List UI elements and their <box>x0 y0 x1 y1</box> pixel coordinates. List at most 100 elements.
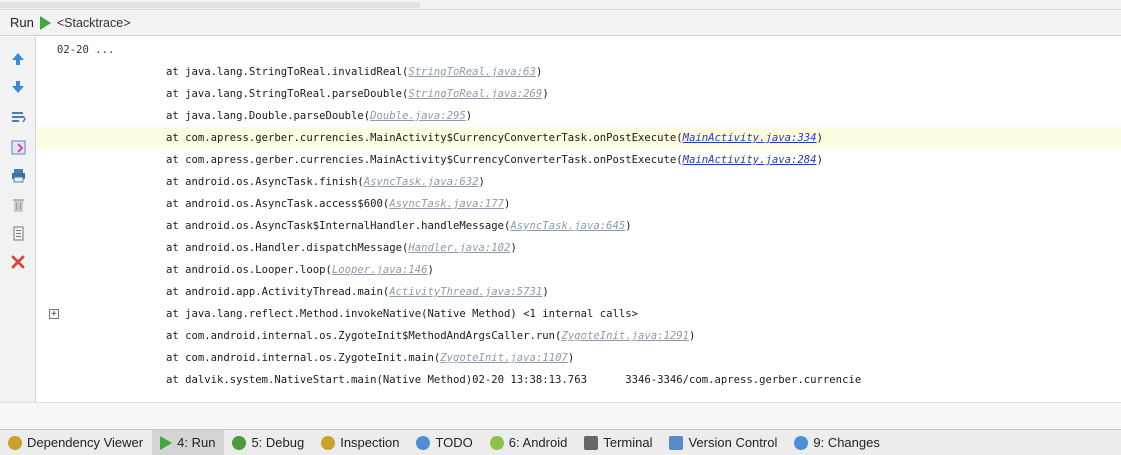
console-bottom-area <box>0 402 1121 429</box>
stacktrace-frame-text: at android.os.AsyncTask$InternalHandler.… <box>166 220 511 232</box>
bottom-tab-version-control[interactable]: Version Control <box>661 430 786 455</box>
stacktrace-line: at com.apress.gerber.currencies.MainActi… <box>37 149 1121 171</box>
run-label: Run <box>10 15 34 30</box>
bottom-tab-todo[interactable]: TODO <box>408 430 481 455</box>
bottom-tab-6-android[interactable]: 6: Android <box>482 430 577 455</box>
stacktrace-frame-close: ) <box>567 352 575 364</box>
run-toolwindow-header: Run <Stacktrace> <box>0 10 1121 36</box>
stacktrace-line: at android.os.AsyncTask$InternalHandler.… <box>37 215 1121 237</box>
bottom-tab-dependency-viewer[interactable]: Dependency Viewer <box>0 430 152 455</box>
stacktrace-frame-close: ) <box>427 264 434 276</box>
stacktrace-frame-close: ) <box>465 110 473 122</box>
bottom-tab-label: Terminal <box>603 435 653 450</box>
timestamp-prefix: 02-20 ... <box>57 44 115 56</box>
source-link[interactable]: StringToReal.java:269 <box>408 88 542 100</box>
stacktrace-line: at com.android.internal.os.ZygoteInit.ma… <box>37 347 1121 369</box>
play-icon[interactable] <box>39 15 51 30</box>
source-link[interactable]: Handler.java:102 <box>408 242 510 254</box>
source-link[interactable]: Looper.java:146 <box>332 264 428 276</box>
inspection-icon <box>321 435 336 450</box>
stacktrace-frame-close: ) <box>542 88 549 100</box>
top-strip-segment <box>0 2 420 8</box>
source-link[interactable]: ZygoteInit.java:1107 <box>440 352 568 364</box>
stacktrace-line: at java.lang.Double.parseDouble(Double.j… <box>37 105 1121 127</box>
stacktrace-line: at com.apress.gerber.currencies.MainActi… <box>37 127 1121 149</box>
android-icon <box>489 435 504 450</box>
stacktrace-frame-text: at dalvik.system.NativeStart.main(Native… <box>166 374 862 386</box>
source-link[interactable]: AsyncTask.java:177 <box>389 198 504 210</box>
todo-icon <box>416 435 431 450</box>
expand-internal-calls-icon[interactable]: + <box>49 309 59 319</box>
source-link[interactable]: Double.java:295 <box>370 110 466 122</box>
stacktrace-line: at android.os.Handler.dispatchMessage(Ha… <box>37 237 1121 259</box>
console-output[interactable]: 02-20 ... at java.lang.StringToReal.inva… <box>37 37 1121 402</box>
stacktrace-line: at android.os.AsyncTask.finish(AsyncTask… <box>37 171 1121 193</box>
clear-all-icon[interactable] <box>8 195 28 215</box>
stacktrace-line: at java.lang.reflect.Method.invokeNative… <box>37 303 1121 325</box>
stacktrace-frame-text: at android.os.AsyncTask.finish( <box>166 176 364 188</box>
stacktrace-frame-close: ) <box>504 198 511 210</box>
source-link[interactable]: StringToReal.java:63 <box>408 66 536 78</box>
up-arrow-icon[interactable] <box>8 49 28 69</box>
stacktrace-line: at android.app.ActivityThread.main(Activ… <box>37 281 1121 303</box>
bottom-tab-terminal[interactable]: Terminal <box>576 430 661 455</box>
stacktrace-frame-close: ) <box>625 220 632 232</box>
bottom-tab-9-changes[interactable]: 9: Changes <box>786 430 889 455</box>
down-arrow-icon[interactable] <box>8 77 28 97</box>
stacktrace-frame-close: ) <box>478 176 485 188</box>
bottom-toolwindow-bar: Dependency Viewer 4: Run 5: Debug Inspectio… <box>0 429 1121 455</box>
stacktrace-line: at android.os.Looper.loop(Looper.java:14… <box>37 259 1121 281</box>
stacktrace-frame-text: at java.lang.StringToReal.parseDouble( <box>166 88 409 100</box>
stacktrace-line: at dalvik.system.NativeStart.main(Native… <box>37 369 1121 391</box>
bottom-tab-label: 4: Run <box>177 435 216 450</box>
stacktrace-frame-text: at android.app.ActivityThread.main( <box>166 286 390 298</box>
version-control-icon <box>669 435 684 450</box>
source-link[interactable]: ActivityThread.java:5731 <box>389 286 542 298</box>
stacktrace-frame-close: ) <box>816 132 823 144</box>
stacktrace-line: at java.lang.StringToReal.invalidReal(St… <box>37 61 1121 83</box>
stacktrace-frame-close: ) <box>510 242 517 254</box>
source-link[interactable]: AsyncTask.java:632 <box>364 176 479 188</box>
source-link[interactable]: AsyncTask.java:645 <box>510 220 625 232</box>
console-header-line: 02-20 ... <box>37 39 1121 61</box>
console-toolbar <box>0 37 36 402</box>
close-icon[interactable] <box>8 252 28 272</box>
stacktrace-frame-text: at android.os.AsyncTask.access$600( <box>166 198 390 210</box>
stacktrace-frame-close: ) <box>542 286 549 298</box>
run-icon <box>160 435 173 450</box>
soft-wrap-icon[interactable] <box>8 107 28 127</box>
stacktrace-frame-text: at android.os.Looper.loop( <box>166 264 332 276</box>
stacktrace-line: at android.os.AsyncTask.access$600(Async… <box>37 193 1121 215</box>
bottom-tab-label: Inspection <box>340 435 400 450</box>
terminal-icon <box>584 435 599 450</box>
dependency-icon <box>8 435 22 450</box>
bottom-tab-5-debug[interactable]: 5: Debug <box>224 430 313 455</box>
bottom-tab-label: 9: Changes <box>813 435 880 450</box>
print-icon[interactable] <box>8 165 28 185</box>
tab-stacktrace[interactable]: <Stacktrace> <box>57 16 131 30</box>
stacktrace-frame-close: ) <box>535 66 543 78</box>
stacktrace-frame-text: at com.android.internal.os.ZygoteInit.ma… <box>166 352 441 364</box>
source-link[interactable]: ZygoteInit.java:1291 <box>561 330 689 342</box>
bottom-tab-label: 6: Android <box>508 435 568 450</box>
stacktrace-frame-text: at com.apress.gerber.currencies.MainActi… <box>166 154 683 166</box>
settings-icon[interactable] <box>8 223 28 243</box>
stacktrace-frame-text: at android.os.Handler.dispatchMessage( <box>166 242 409 254</box>
stacktrace-line: at com.android.internal.os.ZygoteInit$Me… <box>37 325 1121 347</box>
stacktrace-frame-close: ) <box>689 330 696 342</box>
changes-icon <box>794 435 809 450</box>
source-link[interactable]: MainActivity.java:284 <box>683 154 817 166</box>
stacktrace-line: at java.lang.StringToReal.parseDouble(St… <box>37 83 1121 105</box>
bottom-tab-label: TODO <box>435 435 473 450</box>
bottom-tab-4-run[interactable]: 4: Run <box>152 429 225 455</box>
bottom-tab-label: Dependency Viewer <box>27 435 144 450</box>
top-strip <box>0 0 1121 10</box>
stacktrace-frame-text: at java.lang.reflect.Method.invokeNative… <box>166 308 638 320</box>
scroll-to-end-icon[interactable] <box>8 137 28 157</box>
stacktrace-frame-text: at java.lang.StringToReal.invalidReal( <box>166 66 409 78</box>
stacktrace-frame-text: at com.apress.gerber.currencies.MainActi… <box>166 132 683 144</box>
stacktrace-frame-text: at java.lang.Double.parseDouble( <box>166 110 371 122</box>
bottom-tab-inspection[interactable]: Inspection <box>313 430 408 455</box>
source-link[interactable]: MainActivity.java:334 <box>683 132 817 144</box>
bottom-tab-label: 5: Debug <box>251 435 305 450</box>
